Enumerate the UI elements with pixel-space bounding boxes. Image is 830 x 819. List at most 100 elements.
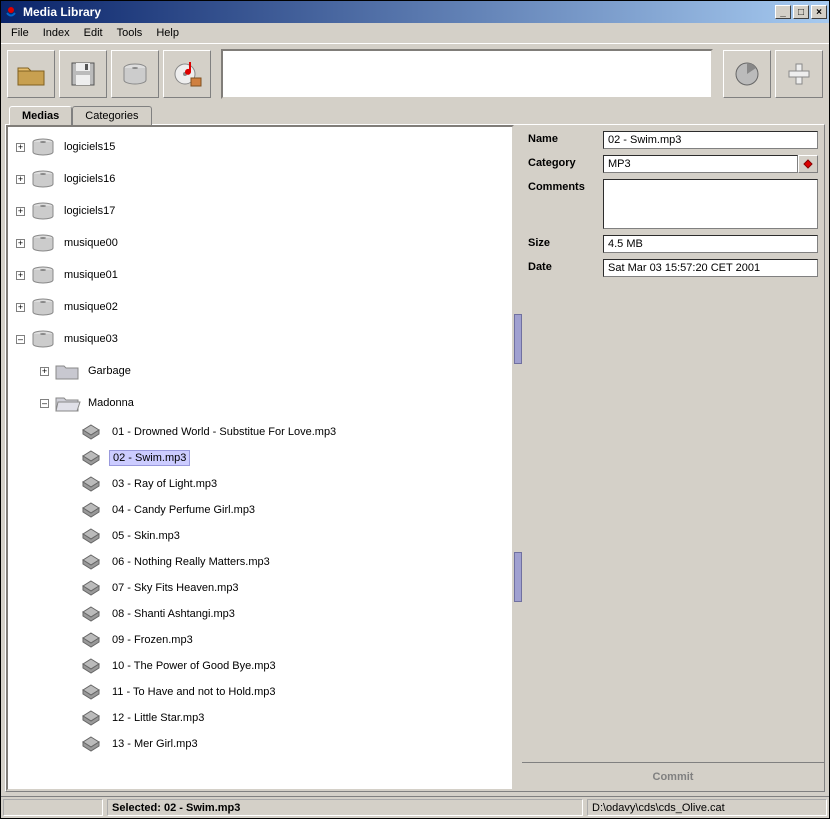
comments-label: Comments (528, 179, 603, 193)
date-field[interactable] (603, 259, 818, 277)
category-picker-button[interactable] (798, 155, 818, 173)
tree-file[interactable]: 07 - Sky Fits Heaven.mp3 (8, 575, 512, 601)
tree-node-label: Garbage (85, 364, 134, 378)
tree-file[interactable]: 09 - Frozen.mp3 (8, 627, 512, 653)
name-label: Name (528, 131, 603, 145)
tree-node-icon (77, 447, 105, 469)
tree-file[interactable]: 02 - Swim.mp3 (8, 445, 512, 471)
comments-field[interactable] (603, 179, 818, 229)
maximize-button[interactable]: □ (793, 5, 809, 19)
pie-chart-icon (731, 58, 763, 90)
tree-node-icon (77, 629, 105, 651)
tab-categories[interactable]: Categories (72, 106, 151, 125)
tree-toggle[interactable]: – (40, 399, 49, 408)
search-input[interactable] (221, 49, 713, 99)
tree-node-icon (29, 328, 57, 350)
tree-volume[interactable]: +musique00 (8, 227, 512, 259)
tree-node-icon (77, 733, 105, 755)
tree-node-label: 07 - Sky Fits Heaven.mp3 (109, 581, 242, 595)
menu-tools[interactable]: Tools (111, 25, 149, 41)
date-label: Date (528, 259, 603, 273)
close-button[interactable]: × (811, 5, 827, 19)
open-button[interactable] (7, 50, 55, 98)
tree-volume[interactable]: + logiciels17 (8, 195, 512, 227)
name-field[interactable] (603, 131, 818, 149)
tree-file[interactable]: 05 - Skin.mp3 (8, 523, 512, 549)
tree-node-label: logiciels15 (61, 140, 118, 154)
tree-toggle[interactable]: + (40, 367, 49, 376)
tree-node-label: 04 - Candy Perfume Girl.mp3 (109, 503, 258, 517)
floppy-icon (67, 58, 99, 90)
tree-file[interactable]: 11 - To Have and not to Hold.mp3 (8, 679, 512, 705)
tree-node-icon (53, 392, 81, 414)
detail-pane: Name Category Comments (522, 125, 824, 791)
tree-volume[interactable]: +logiciels16 (8, 163, 512, 195)
size-field[interactable] (603, 235, 818, 253)
tree-folder[interactable]: –Madonna (8, 387, 512, 419)
tree-file[interactable]: 13 - Mer Girl.mp3 (8, 731, 512, 757)
tree-file[interactable]: 08 - Shanti Ashtangi.mp3 (8, 601, 512, 627)
tree-node-label: musique03 (61, 332, 121, 346)
titlebar[interactable]: Media Library _ □ × (1, 1, 829, 23)
menu-file[interactable]: File (5, 25, 35, 41)
tree-file[interactable]: 04 - Candy Perfume Girl.mp3 (8, 497, 512, 523)
tree-node-label: 01 - Drowned World - Substitue For Love.… (109, 425, 339, 439)
plus-icon (783, 58, 815, 90)
tree-node-label: 03 - Ray of Light.mp3 (109, 477, 220, 491)
tree-volume[interactable]: +musique02 (8, 291, 512, 323)
tree-toggle[interactable]: + (16, 207, 25, 216)
menu-index[interactable]: Index (37, 25, 76, 41)
tree-node-label: 06 - Nothing Really Matters.mp3 (109, 555, 273, 569)
menu-edit[interactable]: Edit (78, 25, 109, 41)
tree-node-label: 13 - Mer Girl.mp3 (109, 737, 201, 751)
tree-node-label: logiciels17 (61, 204, 118, 218)
disc-button[interactable] (111, 50, 159, 98)
tree-file[interactable]: 06 - Nothing Really Matters.mp3 (8, 549, 512, 575)
tree-folder[interactable]: + Garbage (8, 355, 512, 387)
app-icon (3, 4, 19, 20)
tree-node-icon (77, 603, 105, 625)
tree-node-icon (77, 499, 105, 521)
tree-toggle[interactable]: + (16, 303, 25, 312)
tree-volume[interactable]: + musique01 (8, 259, 512, 291)
tree-node-label: musique01 (61, 268, 121, 282)
tree-node-icon (77, 681, 105, 703)
tree-file[interactable]: 12 - Little Star.mp3 (8, 705, 512, 731)
tree-node-icon (29, 200, 57, 222)
tree-volume[interactable]: + logiciels15 (8, 131, 512, 163)
drive-icon (119, 58, 151, 90)
tree-toggle[interactable]: + (16, 175, 25, 184)
add-button[interactable] (775, 50, 823, 98)
menu-help[interactable]: Help (150, 25, 185, 41)
tree-toggle[interactable]: + (16, 143, 25, 152)
toolbar (1, 43, 829, 103)
tree-toggle[interactable]: + (16, 239, 25, 248)
tree-file[interactable]: 10 - The Power of Good Bye.mp3 (8, 653, 512, 679)
minimize-button[interactable]: _ (775, 5, 791, 19)
menubar: File Index Edit Tools Help (1, 23, 829, 43)
tree-file[interactable]: 01 - Drowned World - Substitue For Love.… (8, 419, 512, 445)
status-path: D:\odavy\cds\cds_Olive.cat (587, 799, 827, 816)
split-divider[interactable] (514, 125, 522, 791)
diamond-icon (802, 158, 814, 170)
tree-node-icon (29, 232, 57, 254)
tree-node-icon (29, 168, 57, 190)
tree-volume[interactable]: – musique03 (8, 323, 512, 355)
tree-node-icon (53, 360, 81, 382)
category-field[interactable] (603, 155, 798, 173)
tree-node-icon (77, 655, 105, 677)
tree-pane[interactable]: +logiciels15+logiciels16+logiciels17+mus… (6, 125, 514, 791)
commit-button[interactable]: Commit (522, 762, 824, 791)
category-label: Category (528, 155, 603, 169)
pie-button[interactable] (723, 50, 771, 98)
tree-node-label: 09 - Frozen.mp3 (109, 633, 196, 647)
tree-toggle[interactable]: – (16, 335, 25, 344)
tree-toggle[interactable]: + (16, 271, 25, 280)
status-selected: Selected: 02 - Swim.mp3 (107, 799, 583, 816)
tab-medias[interactable]: Medias (9, 106, 72, 125)
tree-node-icon (77, 707, 105, 729)
tree-file[interactable]: 03 - Ray of Light.mp3 (8, 471, 512, 497)
save-button[interactable] (59, 50, 107, 98)
music-cd-button[interactable] (163, 50, 211, 98)
tree-node-label: 10 - The Power of Good Bye.mp3 (109, 659, 279, 673)
